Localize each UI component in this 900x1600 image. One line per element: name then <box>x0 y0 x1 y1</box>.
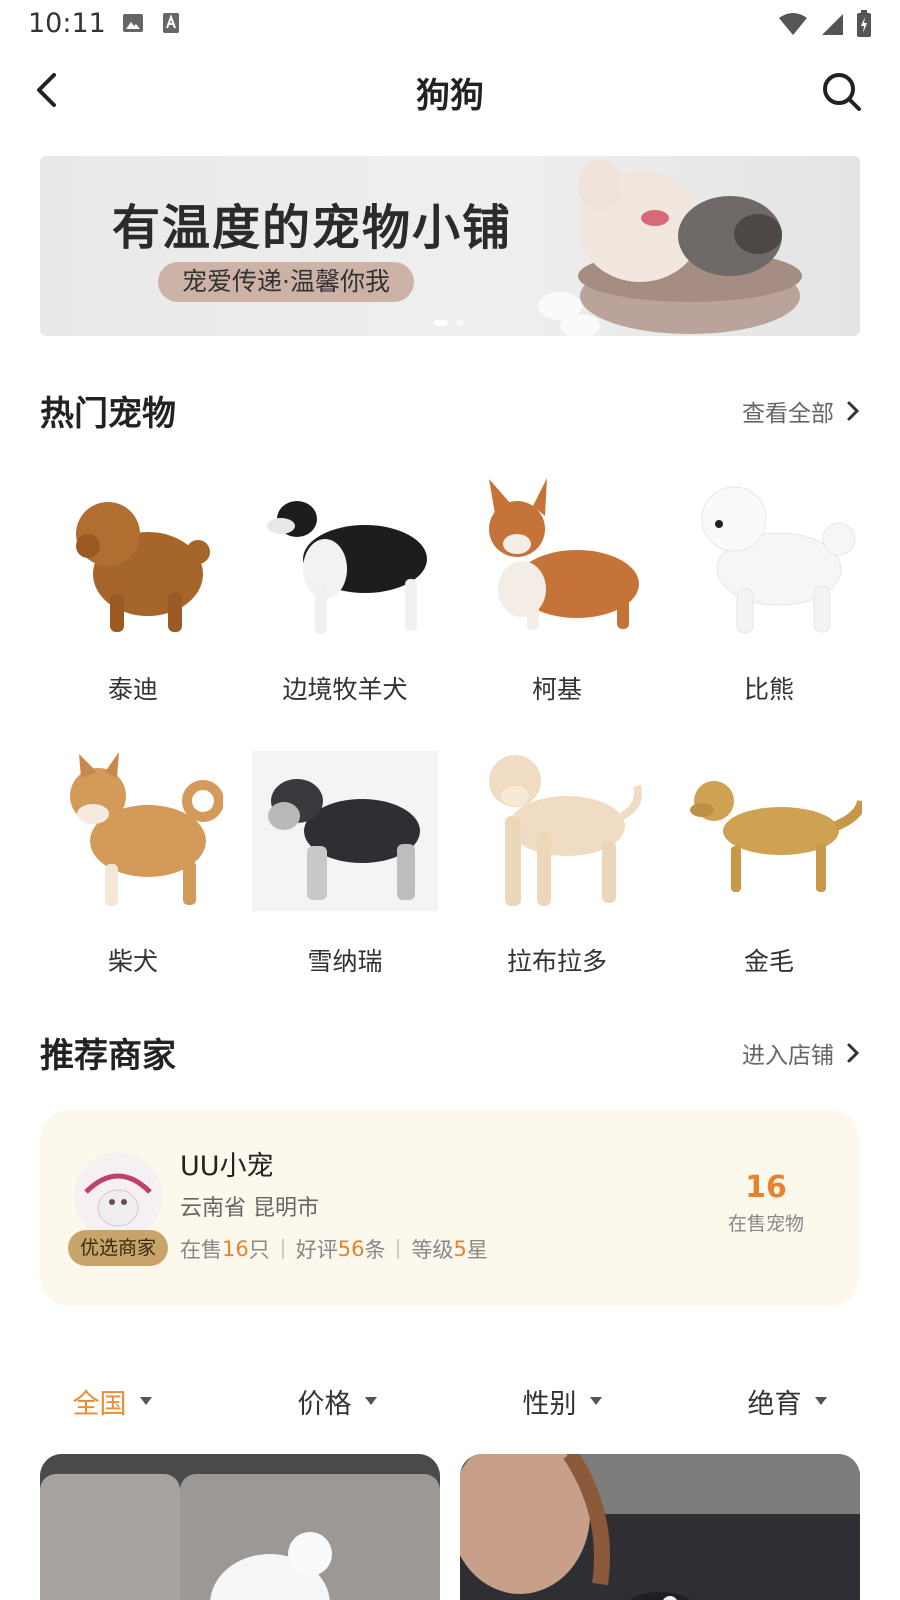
banner-puppies-image <box>538 160 802 336</box>
pet-name: 边境牧羊犬 <box>282 675 408 704</box>
pet-item-corgi[interactable]: 柯基 <box>464 466 650 706</box>
pagination-dot-active <box>434 320 448 326</box>
pet-name: 柯基 <box>531 675 582 704</box>
image-notification-icon <box>122 12 144 38</box>
pet-item-teddy[interactable]: 泰迪 <box>40 466 226 706</box>
merchant-name: UU小宠 <box>180 1151 274 1182</box>
pet-name: 比熊 <box>743 675 794 704</box>
hot-pets-grid-row2: 柴犬 雪纳瑞 拉布拉多 金毛 <box>40 738 862 978</box>
signal-icon <box>820 12 844 40</box>
pet-image <box>252 466 438 652</box>
filter-region[interactable]: 全国 <box>0 1376 225 1426</box>
pet-name: 泰迪 <box>107 675 158 704</box>
pet-item-bichon[interactable]: 比熊 <box>676 466 862 706</box>
recommended-header: 推荐商家 进入店铺 <box>40 1028 860 1078</box>
chevron-right-icon <box>847 1043 860 1063</box>
status-time: 10:11 <box>28 8 106 39</box>
pet-image <box>252 738 438 924</box>
pet-name: 柴犬 <box>107 947 158 976</box>
pet-name: 金毛 <box>743 947 794 976</box>
search-icon <box>823 73 861 111</box>
listing-photo <box>460 1454 860 1600</box>
view-all-link[interactable]: 查看全部 <box>742 394 860 428</box>
wifi-icon <box>778 12 808 40</box>
banner-pagination <box>434 320 464 326</box>
search-button[interactable] <box>818 68 866 116</box>
listing-card[interactable] <box>40 1454 440 1600</box>
top-app-bar: 狗狗 <box>0 56 900 128</box>
filter-gender[interactable]: 性别 <box>450 1376 675 1426</box>
merchant-pets-count: 16 在售宠物 <box>727 1170 804 1235</box>
merchant-card[interactable]: 优选商家 UU小宠 云南省 昆明市 在售 16 只 好评 56 条 等级 5 星 16 在… <box>40 1110 860 1306</box>
pet-image <box>40 466 226 652</box>
listing-photo <box>40 1454 440 1600</box>
pet-image <box>676 738 862 924</box>
caret-down-icon <box>589 1397 602 1405</box>
banner-subtitle: 宠爱传递·温馨你我 <box>158 262 414 302</box>
chevron-right-icon <box>847 401 860 421</box>
filter-bar: 全国 价格 性别 绝育 <box>0 1376 900 1426</box>
pet-item-labrador[interactable]: 拉布拉多 <box>464 738 650 978</box>
section-title: 推荐商家 <box>40 1036 176 1076</box>
preferred-merchant-badge: 优选商家 <box>68 1230 169 1266</box>
pet-item-golden-retriever[interactable]: 金毛 <box>676 738 862 978</box>
pet-item-border-collie[interactable]: 边境牧羊犬 <box>252 466 438 706</box>
pet-image <box>464 466 650 652</box>
filter-price[interactable]: 价格 <box>225 1376 450 1426</box>
battery-icon <box>856 10 872 42</box>
enter-store-link[interactable]: 进入店铺 <box>742 1036 860 1070</box>
merchant-logo <box>74 1152 162 1240</box>
listing-card[interactable] <box>460 1454 860 1600</box>
section-title: 热门宠物 <box>40 394 176 434</box>
pagination-dot <box>456 320 464 326</box>
pet-name: 拉布拉多 <box>506 947 607 976</box>
pet-name: 雪纳瑞 <box>307 947 383 976</box>
caret-down-icon <box>364 1397 377 1405</box>
pet-image <box>676 466 862 652</box>
text-notification-icon <box>162 12 180 38</box>
hot-pets-grid: 泰迪 边境牧羊犬 柯基 比熊 <box>40 466 860 706</box>
hot-pets-header: 热门宠物 查看全部 <box>40 386 860 436</box>
pet-item-schnauzer[interactable]: 雪纳瑞 <box>252 738 438 978</box>
banner-title: 有温度的宠物小铺 <box>112 200 513 256</box>
pet-image <box>40 738 226 924</box>
caret-down-icon <box>139 1397 152 1405</box>
pet-item-shiba[interactable]: 柴犬 <box>40 738 226 978</box>
filter-neutered[interactable]: 绝育 <box>675 1376 900 1426</box>
merchant-stats: 在售 16 只 好评 56 条 等级 5 星 <box>180 1237 488 1262</box>
promo-banner[interactable]: 有温度的宠物小铺 宠爱传递·温馨你我 <box>40 156 860 336</box>
caret-down-icon <box>814 1397 827 1405</box>
status-bar: 10:11 <box>0 0 900 48</box>
pet-image <box>464 738 650 924</box>
merchant-location: 云南省 昆明市 <box>180 1196 319 1221</box>
page-title: 狗狗 <box>416 76 484 116</box>
